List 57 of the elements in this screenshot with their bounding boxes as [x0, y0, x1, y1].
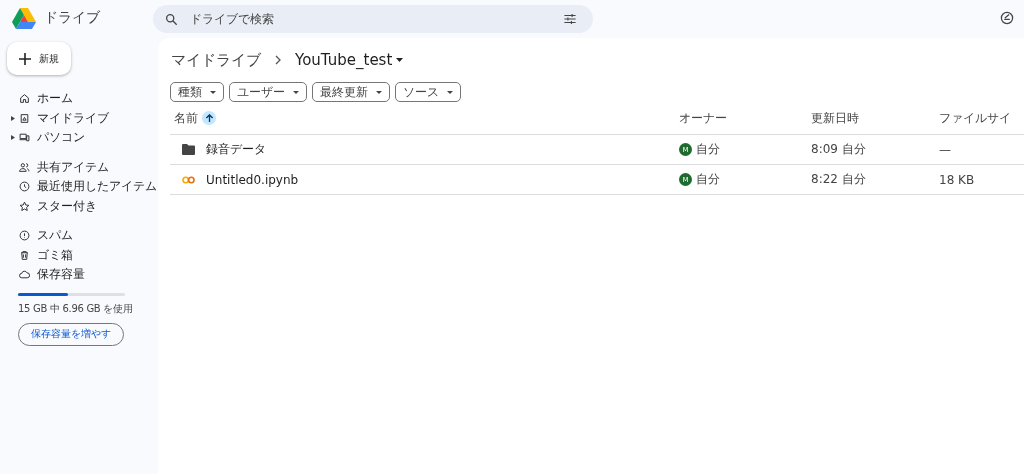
- filter-chip[interactable]: 最終更新: [312, 82, 390, 102]
- caret-icon: [447, 90, 453, 94]
- sidebar-item[interactable]: ゴミ箱: [7, 245, 158, 265]
- modified-date: 8:22 自分: [811, 172, 866, 186]
- column-header[interactable]: ファイルサイ: [939, 110, 1011, 125]
- expand-arrow-icon[interactable]: [11, 115, 15, 121]
- expand-arrow-icon[interactable]: [11, 135, 15, 141]
- file-size: —: [939, 142, 951, 157]
- clock-icon: [19, 181, 30, 193]
- sidebar-item[interactable]: 最近使用したアイテム: [7, 177, 158, 197]
- notebook-icon: [182, 175, 195, 184]
- plus-icon: [19, 52, 31, 65]
- file-size: 18 KB: [939, 172, 975, 187]
- star-icon: [19, 200, 30, 212]
- owner-name: 自分: [696, 141, 720, 158]
- filter-options-icon[interactable]: [563, 12, 577, 26]
- sidebar-item[interactable]: マイドライブ: [7, 108, 158, 128]
- search-icon: [165, 12, 178, 26]
- home-icon: [19, 93, 30, 105]
- new-button[interactable]: 新規: [7, 42, 71, 75]
- filter-chip[interactable]: 種類: [170, 82, 224, 102]
- sidebar-item[interactable]: 共有アイテム: [7, 157, 158, 177]
- column-header[interactable]: 名前: [174, 109, 198, 127]
- computer-icon: [19, 132, 30, 144]
- storage-usage: 15 GB 中 6.96 GB を使用: [18, 301, 134, 316]
- drive-logo-icon: [12, 7, 36, 29]
- file-name[interactable]: Untitled0.ipynb: [206, 172, 299, 187]
- search-bar[interactable]: ドライブで検索: [153, 5, 593, 33]
- trash-icon: [19, 249, 30, 261]
- caret-icon: [396, 58, 404, 62]
- filter-chip[interactable]: ソース: [395, 82, 461, 102]
- sidebar-item[interactable]: 保存容量: [7, 265, 158, 285]
- folder-icon: [182, 144, 195, 155]
- warning-icon: [19, 230, 30, 242]
- sidebar-item[interactable]: スパム: [7, 226, 158, 246]
- folder-title-dropdown[interactable]: YouTube_test: [295, 51, 404, 69]
- filter-chip[interactable]: ユーザー: [229, 82, 307, 102]
- search-field[interactable]: ドライブで検索: [188, 11, 553, 27]
- file-name[interactable]: 録音データ: [206, 141, 266, 158]
- drive-icon: [19, 112, 30, 124]
- caret-icon: [293, 90, 299, 94]
- offline-status-icon[interactable]: [1000, 11, 1014, 25]
- caret-icon: [376, 90, 382, 94]
- sidebar-item[interactable]: ホーム: [7, 89, 158, 109]
- owner-name: 自分: [696, 171, 720, 188]
- people-icon: [19, 161, 30, 173]
- app-title: ドライブ: [44, 9, 100, 27]
- breadcrumb-link[interactable]: マイドライブ: [171, 50, 261, 70]
- column-header[interactable]: 更新日時: [811, 110, 859, 125]
- sidebar-item[interactable]: パソコン: [7, 128, 158, 148]
- sort-ascending-icon[interactable]: [202, 111, 216, 125]
- modified-date: 8:09 自分: [811, 142, 866, 156]
- column-header[interactable]: オーナー: [679, 109, 727, 127]
- chevron-right-icon: [275, 55, 281, 65]
- caret-icon: [210, 90, 216, 94]
- sidebar-item[interactable]: スター付き: [7, 196, 158, 216]
- cloud-icon: [19, 269, 30, 281]
